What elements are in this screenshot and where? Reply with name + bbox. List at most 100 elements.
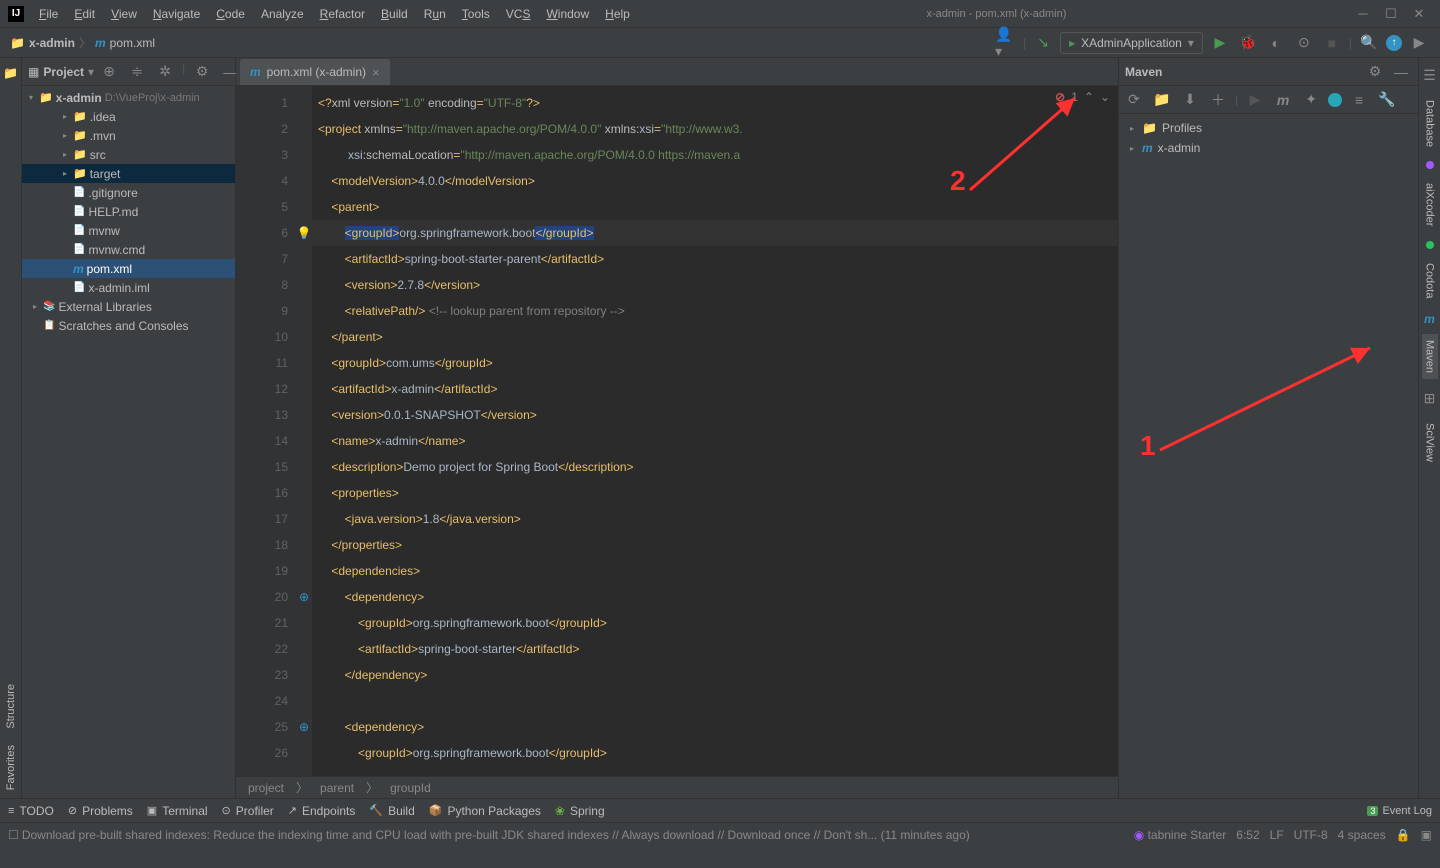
coverage-button[interactable]: ◐ (1265, 32, 1287, 54)
line-separator[interactable]: LF (1270, 828, 1284, 842)
project-tool-icon[interactable]: 📁 (0, 62, 22, 84)
line-number-gutter[interactable]: 1234567891011121314151617181920212223242… (236, 86, 296, 776)
menu-file[interactable]: File (32, 4, 65, 24)
database-tab[interactable]: Database (1422, 94, 1438, 153)
structure-tab[interactable]: Structure (2, 676, 20, 737)
expand-icon[interactable]: ≑ (126, 61, 148, 83)
maven-wrench-icon[interactable]: 🔧 (1376, 89, 1398, 111)
tree-item[interactable]: ▸📁target (22, 164, 235, 183)
minimize-button[interactable]: ─ (1356, 7, 1370, 21)
add-project-icon[interactable]: ＋ (1207, 89, 1229, 111)
menu-view[interactable]: View (104, 4, 144, 24)
spring-tab[interactable]: ❀ Spring (555, 804, 605, 818)
download-sources-icon[interactable]: ⬇ (1179, 89, 1201, 111)
breadcrumb[interactable]: 📁 x-admin 〉 m pom.xml (10, 34, 155, 51)
problems-tab[interactable]: ⊘ Problems (68, 804, 133, 818)
maven-icon[interactable]: m (1272, 89, 1294, 111)
inspection-widget[interactable]: ⊘ 1 ⌃ ⌄ (1055, 90, 1110, 104)
tree-item[interactable]: 📄HELP.md (22, 202, 235, 221)
tree-scratches[interactable]: 📋Scratches and Consoles (22, 316, 235, 335)
bc-project[interactable]: project (248, 781, 284, 795)
encoding[interactable]: UTF-8 (1294, 828, 1328, 842)
favorites-tab[interactable]: Favorites (2, 737, 20, 798)
aixcoder-icon[interactable] (1426, 161, 1434, 169)
menu-edit[interactable]: Edit (67, 4, 102, 24)
bc-parent[interactable]: parent (320, 781, 354, 795)
show-deps-icon[interactable]: ≡ (1348, 89, 1370, 111)
menu-vcs[interactable]: VCS (499, 4, 538, 24)
prev-error-icon[interactable]: ⌃ (1084, 90, 1094, 104)
codota-icon[interactable] (1426, 241, 1434, 249)
skip-tests-icon[interactable] (1328, 93, 1342, 107)
tree-item[interactable]: 📄mvnw (22, 221, 235, 240)
debug-button[interactable]: 🐞 (1237, 32, 1259, 54)
run-maven-icon[interactable]: ▶ (1244, 89, 1266, 111)
maven-profiles-node[interactable]: ▸📁 Profiles (1123, 118, 1414, 138)
profiler-tab[interactable]: ⊙ Profiler (222, 804, 274, 818)
status-message[interactable]: Download pre-built shared indexes: Reduc… (22, 828, 1134, 842)
code-body[interactable]: <?xml version="1.0" encoding="UTF-8"?><p… (312, 86, 1118, 776)
run-config-selector[interactable]: ▸ XAdminApplication ▾ (1060, 32, 1203, 54)
status-icon[interactable]: ☐ (8, 828, 19, 842)
menu-code[interactable]: Code (209, 4, 252, 24)
tree-item[interactable]: ▸📁src (22, 145, 235, 164)
tabnine-widget[interactable]: ◉ tabnine Starter (1134, 828, 1227, 842)
sciview-tab[interactable]: SciView (1422, 417, 1438, 468)
editor-breadcrumb[interactable]: project〉 parent〉 groupId (236, 776, 1118, 798)
menu-navigate[interactable]: Navigate (146, 4, 207, 24)
maven-tab[interactable]: Maven (1422, 334, 1438, 379)
python-packages-tab[interactable]: 📦 Python Packages (429, 804, 541, 818)
menu-run[interactable]: Run (417, 4, 453, 24)
tree-item[interactable]: 📄x-admin.iml (22, 278, 235, 297)
database-icon[interactable]: ☰ (1419, 64, 1440, 86)
codota-tab[interactable]: Codota (1422, 257, 1438, 304)
breadcrumb-file[interactable]: pom.xml (110, 36, 155, 50)
settings-icon[interactable]: ⚙ (191, 61, 213, 83)
maven-module-node[interactable]: ▸m x-admin (1123, 138, 1414, 158)
tab-pom-xml[interactable]: m pom.xml (x-admin) × (240, 59, 390, 85)
ide-settings-button[interactable]: ▶ (1408, 32, 1430, 54)
tree-item[interactable]: ▸📁.idea (22, 107, 235, 126)
maven-tool-icon[interactable]: m (1424, 312, 1435, 326)
mem-indicator[interactable]: ▣ (1421, 828, 1432, 842)
generate-sources-icon[interactable]: 📁 (1151, 89, 1173, 111)
maximize-button[interactable]: ☐ (1384, 7, 1398, 21)
project-tree[interactable]: ▾📁x-admin D:\VueProj\x-admin▸📁.idea▸📁.mv… (22, 86, 235, 337)
readlock-icon[interactable]: 🔒 (1396, 828, 1411, 842)
tree-root[interactable]: ▾📁x-admin D:\VueProj\x-admin (22, 88, 235, 107)
menu-window[interactable]: Window (539, 4, 596, 24)
menu-help[interactable]: Help (598, 4, 637, 24)
menu-refactor[interactable]: Refactor (313, 4, 372, 24)
tab-close-icon[interactable]: × (372, 65, 380, 80)
build-tab[interactable]: 🔨 Build (369, 804, 414, 818)
user-icon[interactable]: 👤▾ (995, 32, 1017, 54)
sciview-icon[interactable]: ⊞ (1419, 387, 1440, 409)
build-icon[interactable]: ↘ (1032, 32, 1054, 54)
tree-item[interactable]: 📄mvnw.cmd (22, 240, 235, 259)
stop-button[interactable]: ■ (1321, 32, 1343, 54)
select-open-file-icon[interactable]: ⊕ (98, 61, 120, 83)
maven-hide-icon[interactable]: — (1390, 61, 1412, 83)
aixcoder-tab[interactable]: aiXcoder (1422, 177, 1438, 232)
next-error-icon[interactable]: ⌄ (1100, 90, 1110, 104)
reload-icon[interactable]: ⟳ (1123, 89, 1145, 111)
maven-tree[interactable]: ▸📁 Profiles ▸m x-admin (1119, 114, 1418, 162)
close-button[interactable]: ✕ (1412, 7, 1426, 21)
sync-button[interactable]: ↑ (1386, 35, 1402, 51)
tree-item[interactable]: ▸📁.mvn (22, 126, 235, 145)
event-log-tab[interactable]: Event Log (1382, 805, 1432, 817)
bc-groupid[interactable]: groupId (390, 781, 431, 795)
breadcrumb-root[interactable]: x-admin (29, 36, 75, 50)
tree-external-libraries[interactable]: ▸📚External Libraries (22, 297, 235, 316)
indent[interactable]: 4 spaces (1338, 828, 1386, 842)
run-button[interactable]: ▶ (1209, 32, 1231, 54)
profile-button[interactable]: ⊙ (1293, 32, 1315, 54)
maven-settings-icon[interactable]: ⚙ (1364, 61, 1386, 83)
menu-build[interactable]: Build (374, 4, 415, 24)
cursor-pos[interactable]: 6:52 (1236, 828, 1259, 842)
toggle-offline-icon[interactable]: ✦ (1300, 89, 1322, 111)
collapse-icon[interactable]: ✲ (154, 61, 176, 83)
tree-item[interactable]: mpom.xml (22, 259, 235, 278)
todo-tab[interactable]: ≡ TODO (8, 804, 54, 818)
menu-analyze[interactable]: Analyze (254, 4, 311, 24)
